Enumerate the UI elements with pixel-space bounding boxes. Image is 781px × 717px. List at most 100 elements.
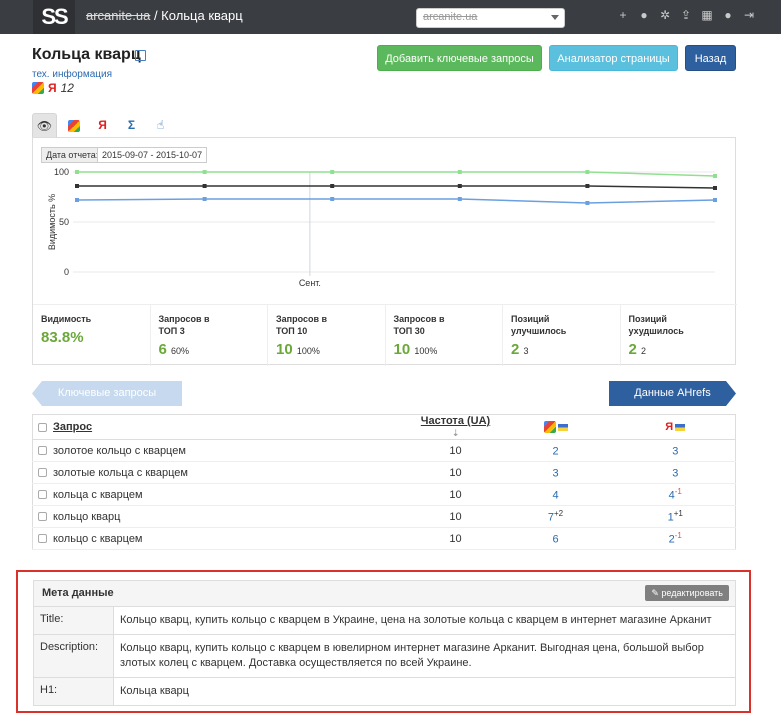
kpi-label: Запросов в ТОП 30 bbox=[394, 313, 495, 337]
table-row: кольцо с кварцем 10 6 2-1 bbox=[32, 527, 736, 550]
row-checkbox[interactable] bbox=[38, 534, 47, 544]
info-icon[interactable]: ● bbox=[638, 9, 650, 21]
user-icon[interactable]: ● bbox=[722, 9, 734, 21]
series-point bbox=[202, 197, 207, 201]
pointer-icon: ☝ bbox=[156, 118, 165, 132]
plus-icon[interactable]: + bbox=[617, 9, 629, 21]
series-point bbox=[330, 184, 335, 188]
google-position: 3 bbox=[552, 467, 559, 480]
y-tick-label: 50 bbox=[59, 217, 69, 227]
table-header-row: Запрос Частота (UA) ⇣ Я bbox=[32, 414, 736, 440]
y-tick-label: 0 bbox=[64, 267, 69, 277]
yandex-position-cell: 2-1 bbox=[615, 527, 736, 550]
kpi-label-line2: ТОП 10 bbox=[276, 326, 308, 336]
yandex-icon: Я bbox=[98, 118, 107, 132]
grid-icon[interactable]: ▦ bbox=[701, 9, 713, 21]
kpi-label: Позиций улучшилось bbox=[511, 313, 612, 337]
series-point bbox=[585, 170, 590, 174]
meta-row-h1: H1: Кольца кварц bbox=[34, 678, 735, 705]
table-row: золотое кольцо с кварцем 10 2 3 bbox=[32, 439, 736, 462]
select-all-checkbox[interactable] bbox=[38, 422, 47, 432]
row-checkbox[interactable] bbox=[38, 468, 47, 478]
yandex-position: 3 bbox=[672, 467, 679, 480]
site-select-value: arcanite.ua bbox=[423, 11, 478, 23]
table-row: кольцо кварц 10 7+2 1+1 bbox=[32, 505, 736, 528]
header-query[interactable]: Запрос bbox=[32, 414, 416, 440]
gears-icon[interactable]: ✲ bbox=[659, 9, 671, 21]
kpi-row: Видимость 83.8% Запросов в ТОП 36 60% Запро… bbox=[33, 304, 737, 366]
logout-icon[interactable]: ⇥ bbox=[743, 9, 755, 21]
yandex-delta: -1 bbox=[674, 487, 682, 497]
kpi-label: Позиций ухудшилось bbox=[629, 313, 730, 337]
row-checkbox[interactable] bbox=[38, 512, 47, 522]
ukraine-flag-icon bbox=[557, 423, 568, 431]
google-position-cell: 7+2 bbox=[495, 505, 616, 528]
kpi-label-line2: улучшилось bbox=[511, 326, 567, 336]
ahrefs-nav-button[interactable]: Данные AHrefs bbox=[609, 381, 736, 406]
edit-meta-button[interactable]: ✎ редактировать bbox=[645, 585, 729, 601]
site-select[interactable]: arcanite.ua bbox=[416, 8, 565, 28]
query-text: золотые кольца с кварцем bbox=[53, 466, 188, 479]
edit-label: редактировать bbox=[661, 588, 723, 598]
tab-overview[interactable]: 👁 bbox=[32, 113, 57, 137]
google-position-cell: 4 bbox=[495, 483, 616, 506]
frequency-header-label[interactable]: Частота (UA) bbox=[421, 415, 490, 427]
kpi-label-line2: ТОП 3 bbox=[158, 326, 185, 336]
page-analyzer-button[interactable]: Анализатор страницы bbox=[549, 45, 678, 71]
breadcrumb-site[interactable]: arcanite.ua bbox=[86, 8, 150, 23]
visibility-chart: 0 50 100 Сент. Видимость % bbox=[47, 167, 717, 288]
frequency-cell: 10 bbox=[415, 439, 496, 462]
kpi-label-line2: ухудшилось bbox=[628, 326, 684, 336]
meta-key-title: Title: bbox=[34, 607, 114, 634]
row-checkbox[interactable] bbox=[38, 446, 47, 456]
sort-icon[interactable]: ⇣ bbox=[452, 428, 460, 438]
tab-google[interactable] bbox=[61, 113, 86, 137]
query-cell: кольцо с кварцем bbox=[32, 527, 416, 550]
kpi-item: Запросов в ТОП 10 10 100% bbox=[268, 305, 386, 366]
series-line bbox=[76, 198, 716, 204]
series-point bbox=[202, 170, 207, 174]
header-google-ua bbox=[495, 414, 616, 440]
kpi-label-line1: Запросов в bbox=[393, 314, 445, 324]
series-point bbox=[457, 197, 462, 201]
upload-icon[interactable]: ⇪ bbox=[680, 9, 692, 21]
count-badge: 12 bbox=[60, 81, 74, 95]
table-row: золотые кольца с кварцем 10 3 3 bbox=[32, 461, 736, 484]
back-button[interactable]: Назад bbox=[685, 45, 736, 71]
frequency-cell: 10 bbox=[415, 483, 496, 506]
series-line bbox=[77, 171, 716, 177]
query-cell: золотое кольцо с кварцем bbox=[32, 439, 416, 462]
kpi-sub-value: 60% bbox=[171, 346, 190, 356]
google-position: 4 bbox=[552, 489, 559, 502]
logo[interactable]: SS bbox=[33, 0, 75, 34]
google-position: 2 bbox=[552, 445, 559, 458]
series-point bbox=[330, 170, 335, 174]
tab-sum[interactable]: Σ bbox=[119, 113, 144, 137]
keywords-nav-button[interactable]: Ключевые запросы bbox=[32, 381, 182, 406]
tech-info-link[interactable]: тех. информация bbox=[32, 69, 112, 80]
meta-data-title: Мета данные bbox=[42, 587, 114, 599]
top-navbar: SS arcanite.ua / Кольца кварц arcanite.u… bbox=[0, 0, 781, 34]
yandex-position-cell: 4-1 bbox=[615, 483, 736, 506]
google-delta: +2 bbox=[554, 509, 564, 519]
yandex-icon: Я bbox=[48, 81, 57, 95]
kpi-value: 10 100% bbox=[276, 341, 377, 358]
query-text: кольца с кварцем bbox=[53, 488, 143, 501]
external-link-icon[interactable] bbox=[135, 50, 146, 61]
google-icon bbox=[543, 421, 556, 434]
tab-yandex[interactable]: Я bbox=[90, 113, 115, 137]
query-header-label[interactable]: Запрос bbox=[53, 421, 92, 433]
kpi-sub-value: 100% bbox=[296, 346, 320, 356]
tab-clicks[interactable]: ☝ bbox=[148, 113, 173, 137]
pencil-icon: ✎ bbox=[651, 588, 659, 598]
query-text: кольцо кварц bbox=[53, 510, 121, 523]
frequency-cell: 10 bbox=[415, 505, 496, 528]
kpi-main-value: 83.8% bbox=[41, 329, 84, 346]
google-icon bbox=[67, 119, 80, 132]
add-keywords-button[interactable]: Добавить ключевые запросы bbox=[377, 45, 542, 71]
meta-row-description: Description: Кольцо кварц, купить кольцо… bbox=[34, 635, 735, 678]
row-checkbox[interactable] bbox=[38, 490, 47, 500]
series-point bbox=[457, 170, 462, 174]
visibility-chart-panel: Дата отчета: 2015-09-07 - 2015-10-07 0 50… bbox=[32, 137, 737, 366]
header-frequency[interactable]: Частота (UA) ⇣ bbox=[415, 414, 496, 440]
